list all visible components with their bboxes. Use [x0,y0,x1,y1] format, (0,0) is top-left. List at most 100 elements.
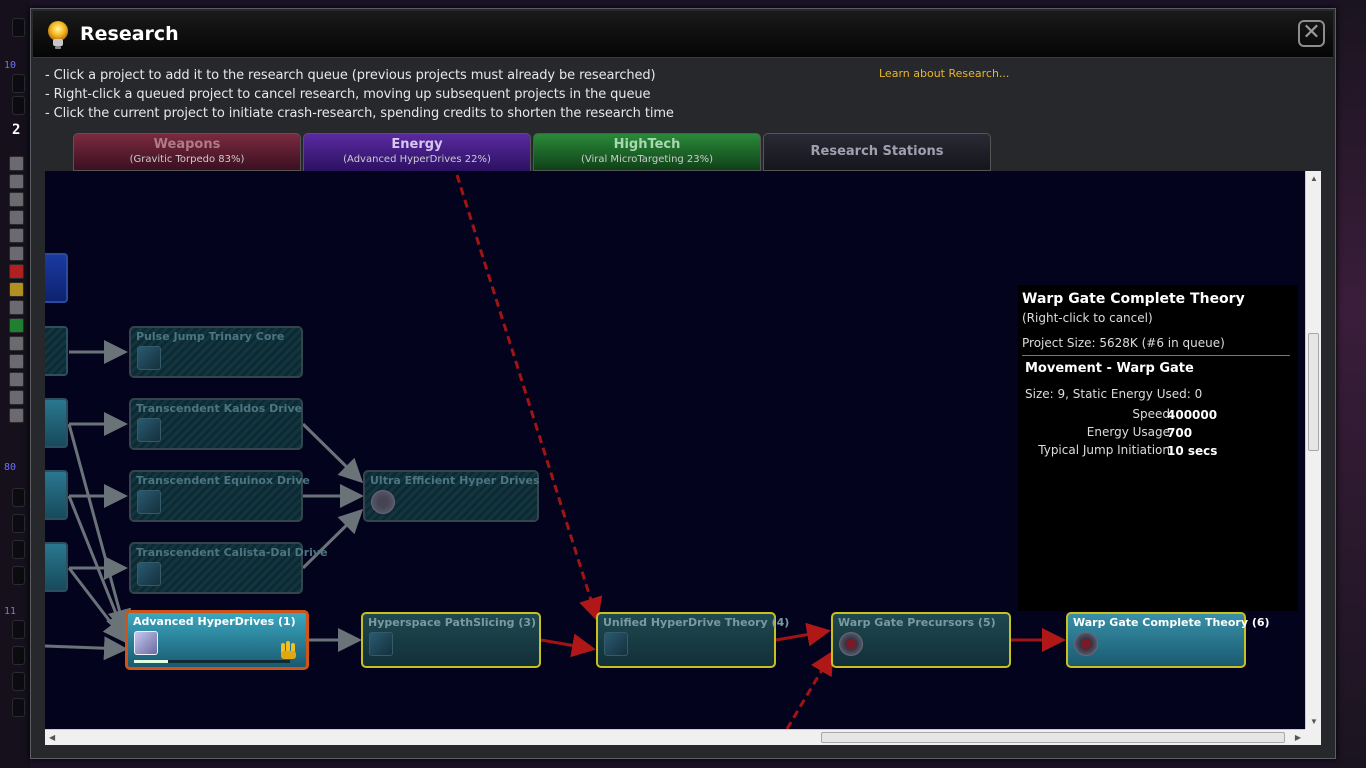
sidebar-icon[interactable] [9,282,24,297]
sidebar-icon[interactable] [9,390,24,405]
sidebar-pill[interactable] [12,646,25,665]
sidebar-icon[interactable] [9,408,24,423]
node-label: Warp Gate Complete Theory (6) [1073,616,1270,629]
sidebar-pill[interactable] [12,698,25,717]
tooltip-section-title: Movement - Warp Gate [1025,361,1194,376]
sidebar-icon[interactable] [9,210,24,225]
research-tree-canvas[interactable]: Pulse Jump Trinary Core Transcendent Kal… [45,171,1305,729]
tab-label: Weapons [153,137,221,152]
research-node-queued[interactable]: Warp Gate Precursors (5) [831,612,1011,668]
offscreen-node[interactable] [45,398,68,448]
sidebar-icon[interactable] [9,372,24,387]
lightbulb-icon [48,21,68,49]
sidebar-pill[interactable] [12,514,25,533]
window-title: Research [80,23,179,45]
research-progress-fill [134,660,169,663]
sidebar-number: 11 [4,606,17,617]
sidebar-icon[interactable] [9,156,24,171]
node-label: Pulse Jump Trinary Core [136,330,285,343]
research-node-queued[interactable]: Hyperspace PathSlicing (3) [361,612,541,668]
sidebar-icon[interactable] [9,318,24,333]
research-node[interactable]: Transcendent Equinox Drive [129,470,310,522]
offscreen-node[interactable] [45,326,68,376]
sidebar-icon[interactable] [9,264,24,279]
drive-icon [137,346,161,370]
sidebar-pill[interactable] [12,488,25,507]
scroll-corner [1305,729,1321,745]
vertical-scroll-thumb[interactable] [1308,333,1319,451]
drive-icon [137,490,161,514]
research-tooltip: Warp Gate Complete Theory (Right-click t… [1018,285,1298,611]
tab-current-research: (Gravitic Torpedo 83%) [129,154,245,165]
sidebar-number: 2 [12,122,21,138]
tab-energy[interactable]: Energy (Advanced HyperDrives 22%) [303,133,531,173]
sidebar-pill[interactable] [12,96,25,115]
vertical-scrollbar[interactable]: ▲ ▼ [1305,171,1321,729]
sidebar-icon[interactable] [9,336,24,351]
tab-current-research: (Viral MicroTargeting 23%) [580,154,714,165]
tooltip-stat-label: Energy Usage [1086,425,1170,439]
tooltip-subtitle: (Right-click to cancel) [1022,311,1153,325]
tab-label: HighTech [613,137,681,152]
tooltip-project-size: Project Size: 5628K (#6 in queue) [1022,336,1225,350]
tab-label: Energy [391,137,443,152]
sidebar-pill[interactable] [12,672,25,691]
node-label: Ultra Efficient Hyper Drives [370,474,540,487]
learn-about-research-link[interactable]: Learn about Research... [879,67,1009,80]
scroll-up-icon[interactable]: ▲ [1310,174,1318,183]
node-label: Transcendent Kaldos Drive [136,402,303,415]
research-window: Research ✕ - Click a project to add it t… [30,8,1336,759]
node-label: Advanced HyperDrives (1) [133,615,296,628]
sidebar-pill[interactable] [12,566,25,585]
research-node[interactable]: Ultra Efficient Hyper Drives [363,470,540,522]
scroll-left-icon[interactable]: ◀ [49,733,55,742]
sidebar-number: 80 [4,462,17,473]
warp-gate-icon [1074,632,1098,656]
scroll-down-icon[interactable]: ▼ [1310,717,1318,726]
sidebar-icon[interactable] [9,300,24,315]
horizontal-scrollbar[interactable]: ◀ ▶ [45,729,1305,745]
drive-icon [137,562,161,586]
offscreen-node[interactable] [45,470,68,520]
sidebar-icon[interactable] [9,246,24,261]
tab-research-stations[interactable]: Research Stations [763,133,991,171]
scroll-right-icon[interactable]: ▶ [1295,733,1301,742]
tooltip-stat-label: Typical Jump Initiation [1038,443,1170,457]
instruction-line: - Right-click a queued project to cancel… [45,87,651,102]
sidebar-number: 10 [4,60,17,71]
node-label: Warp Gate Precursors (5) [838,616,996,629]
close-button[interactable]: ✕ [1298,20,1325,47]
sidebar-pill[interactable] [12,540,25,559]
tab-hightech[interactable]: HighTech (Viral MicroTargeting 23%) [533,133,761,171]
sidebar-pill[interactable] [12,74,25,93]
tooltip-stat-label: Speed [1132,407,1170,421]
node-label: Hyperspace PathSlicing (3) [368,616,537,629]
research-node-current[interactable]: Advanced HyperDrives (1) [125,610,309,670]
sidebar-icon[interactable] [9,354,24,369]
research-node-queued[interactable]: Unified HyperDrive Theory (4) [596,612,789,668]
node-label: Unified HyperDrive Theory (4) [603,616,790,629]
research-progress-bar [134,660,290,663]
offscreen-node[interactable] [45,253,68,303]
title-bar: Research ✕ [33,11,1333,58]
sidebar-icon[interactable] [9,192,24,207]
tooltip-title: Warp Gate Complete Theory [1022,291,1245,307]
research-node[interactable]: Transcendent Calista-Dal Drive [129,542,328,594]
research-node-queued[interactable]: Warp Gate Complete Theory (6) [1066,612,1270,668]
sidebar-menu-handle[interactable] [12,18,25,37]
research-node[interactable]: Transcendent Kaldos Drive [129,398,303,450]
tooltip-stat-value: 700 [1167,426,1193,440]
offscreen-node[interactable] [45,542,68,592]
sidebar-icon[interactable] [9,228,24,243]
research-node[interactable]: Pulse Jump Trinary Core [129,326,303,378]
drive-icon [369,632,393,656]
sidebar-pill[interactable] [12,620,25,639]
drive-icon [604,632,628,656]
instruction-line: - Click a project to add it to the resea… [45,68,656,83]
crash-research-hand-icon[interactable] [278,639,300,661]
horizontal-scroll-thumb[interactable] [821,732,1285,743]
tab-current-research: (Advanced HyperDrives 22%) [343,154,491,165]
tab-weapons[interactable]: Weapons (Gravitic Torpedo 83%) [73,133,301,171]
drive-icon [137,418,161,442]
sidebar-icon[interactable] [9,174,24,189]
